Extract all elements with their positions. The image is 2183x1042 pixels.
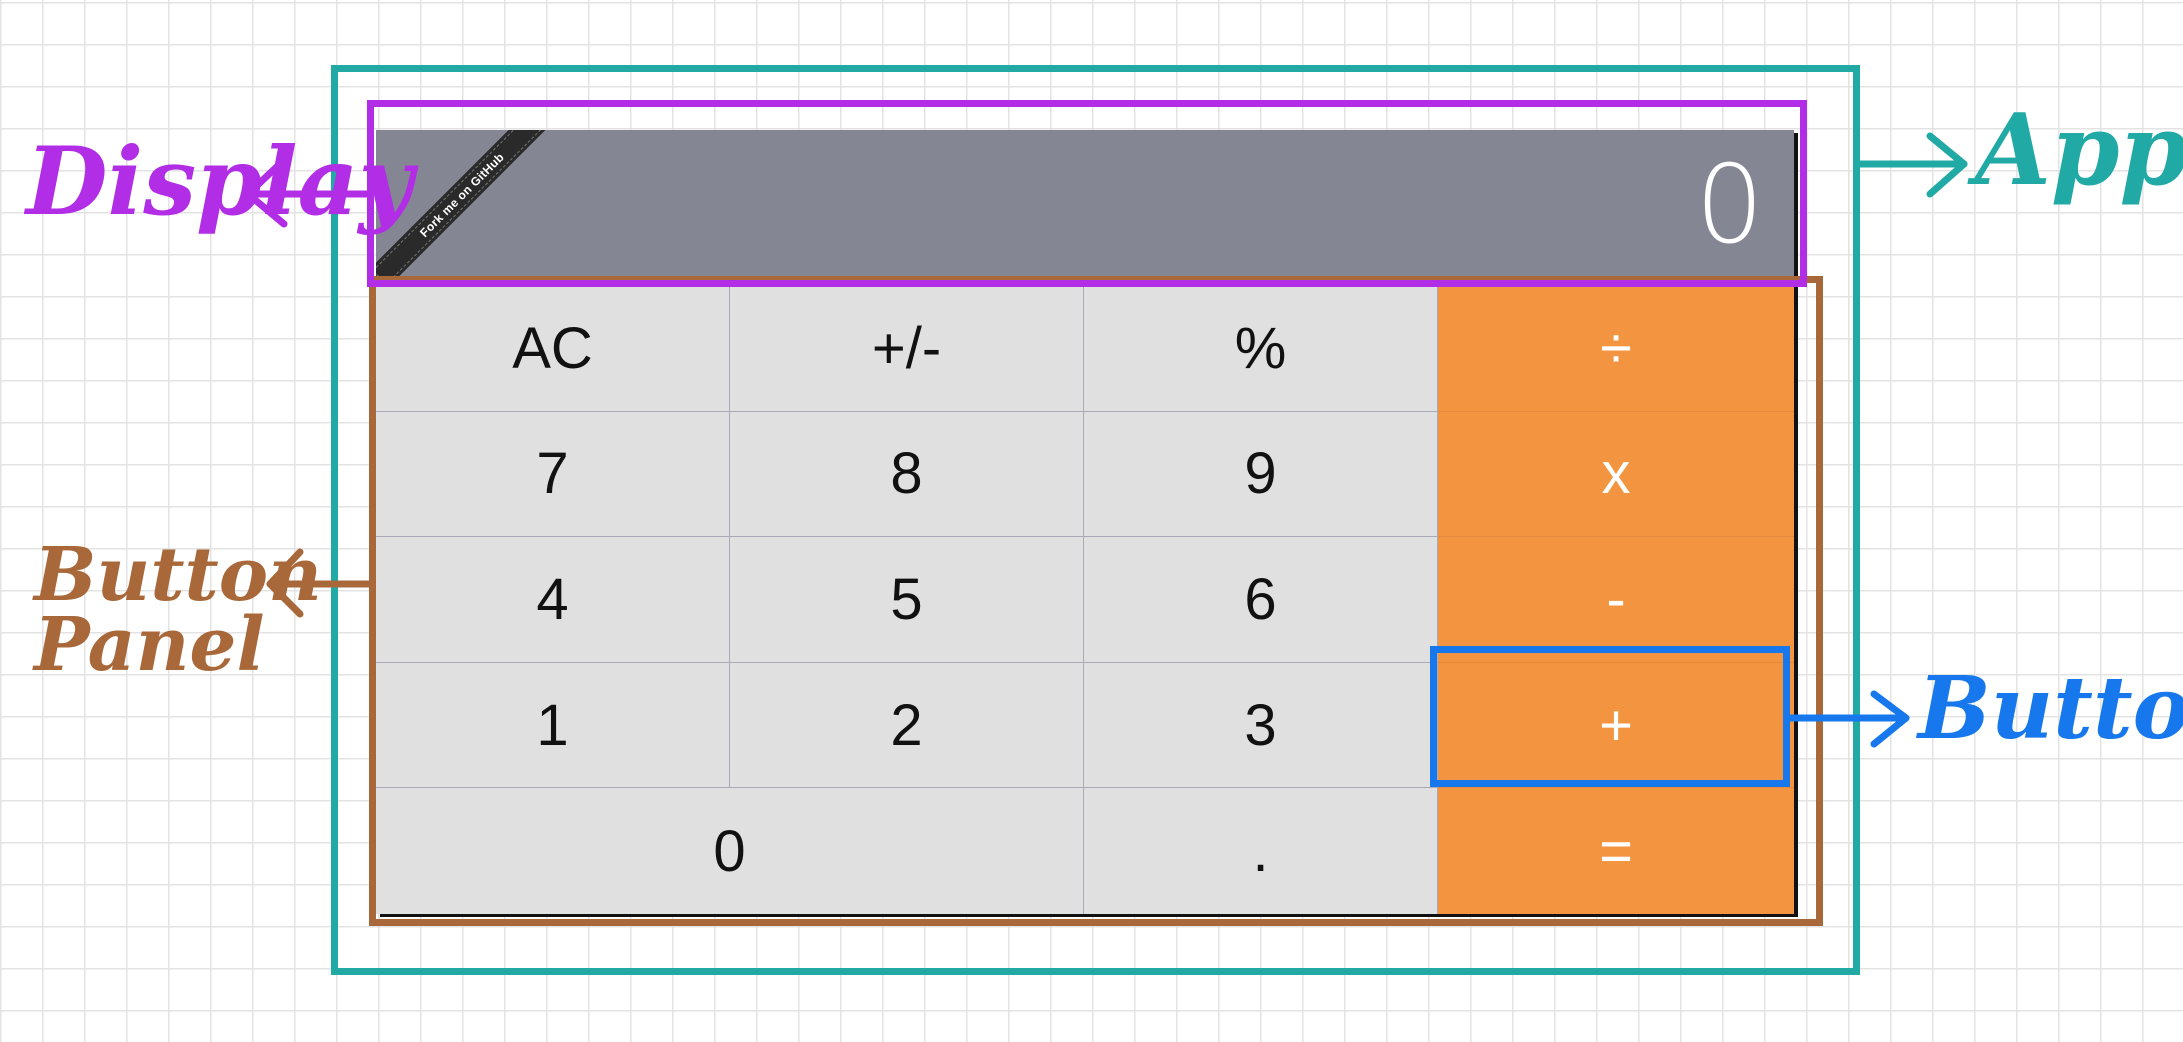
app-arrow-icon bbox=[1856, 132, 1968, 198]
button-panel: AC +/- % ÷ 7 8 9 x 4 5 6 - 1 2 3 + 0 . = bbox=[376, 286, 1794, 914]
display-annotation-label: Display bbox=[26, 127, 414, 237]
button-3[interactable]: 3 bbox=[1084, 662, 1438, 789]
button-ac[interactable]: AC bbox=[376, 286, 730, 412]
button-multiply[interactable]: x bbox=[1438, 411, 1794, 538]
calculator-app: Fork me on GitHub 0 AC +/- % ÷ 7 8 9 x 4… bbox=[376, 130, 1794, 914]
display-value: 0 bbox=[1695, 143, 1764, 268]
button-add[interactable]: + bbox=[1438, 662, 1794, 789]
button-9[interactable]: 9 bbox=[1084, 411, 1438, 538]
button-6[interactable]: 6 bbox=[1084, 537, 1438, 663]
button-decimal[interactable]: . bbox=[1084, 788, 1438, 914]
button-panel-label-line1: Button bbox=[34, 532, 322, 618]
button-0[interactable]: 0 bbox=[376, 788, 1084, 914]
button-1[interactable]: 1 bbox=[376, 662, 730, 789]
button-7[interactable]: 7 bbox=[376, 411, 730, 538]
button-annotation-label: Button bbox=[1918, 658, 2183, 759]
button-panel-annotation-label: Button Panel bbox=[34, 532, 322, 689]
button-5[interactable]: 5 bbox=[730, 537, 1084, 663]
button-4[interactable]: 4 bbox=[376, 537, 730, 663]
button-subtract[interactable]: - bbox=[1438, 537, 1794, 663]
button-plus-minus[interactable]: +/- bbox=[730, 286, 1084, 412]
button-panel-label-line2: Panel bbox=[34, 602, 265, 689]
button-divide[interactable]: ÷ bbox=[1438, 286, 1794, 412]
button-equals[interactable]: = bbox=[1438, 788, 1794, 914]
calculator-display: Fork me on GitHub 0 bbox=[376, 130, 1794, 286]
button-2[interactable]: 2 bbox=[730, 662, 1084, 789]
app-annotation-label: App bbox=[1975, 93, 2183, 208]
button-8[interactable]: 8 bbox=[730, 411, 1084, 538]
button-percent[interactable]: % bbox=[1084, 286, 1438, 412]
button-arrow-icon bbox=[1786, 690, 1910, 748]
